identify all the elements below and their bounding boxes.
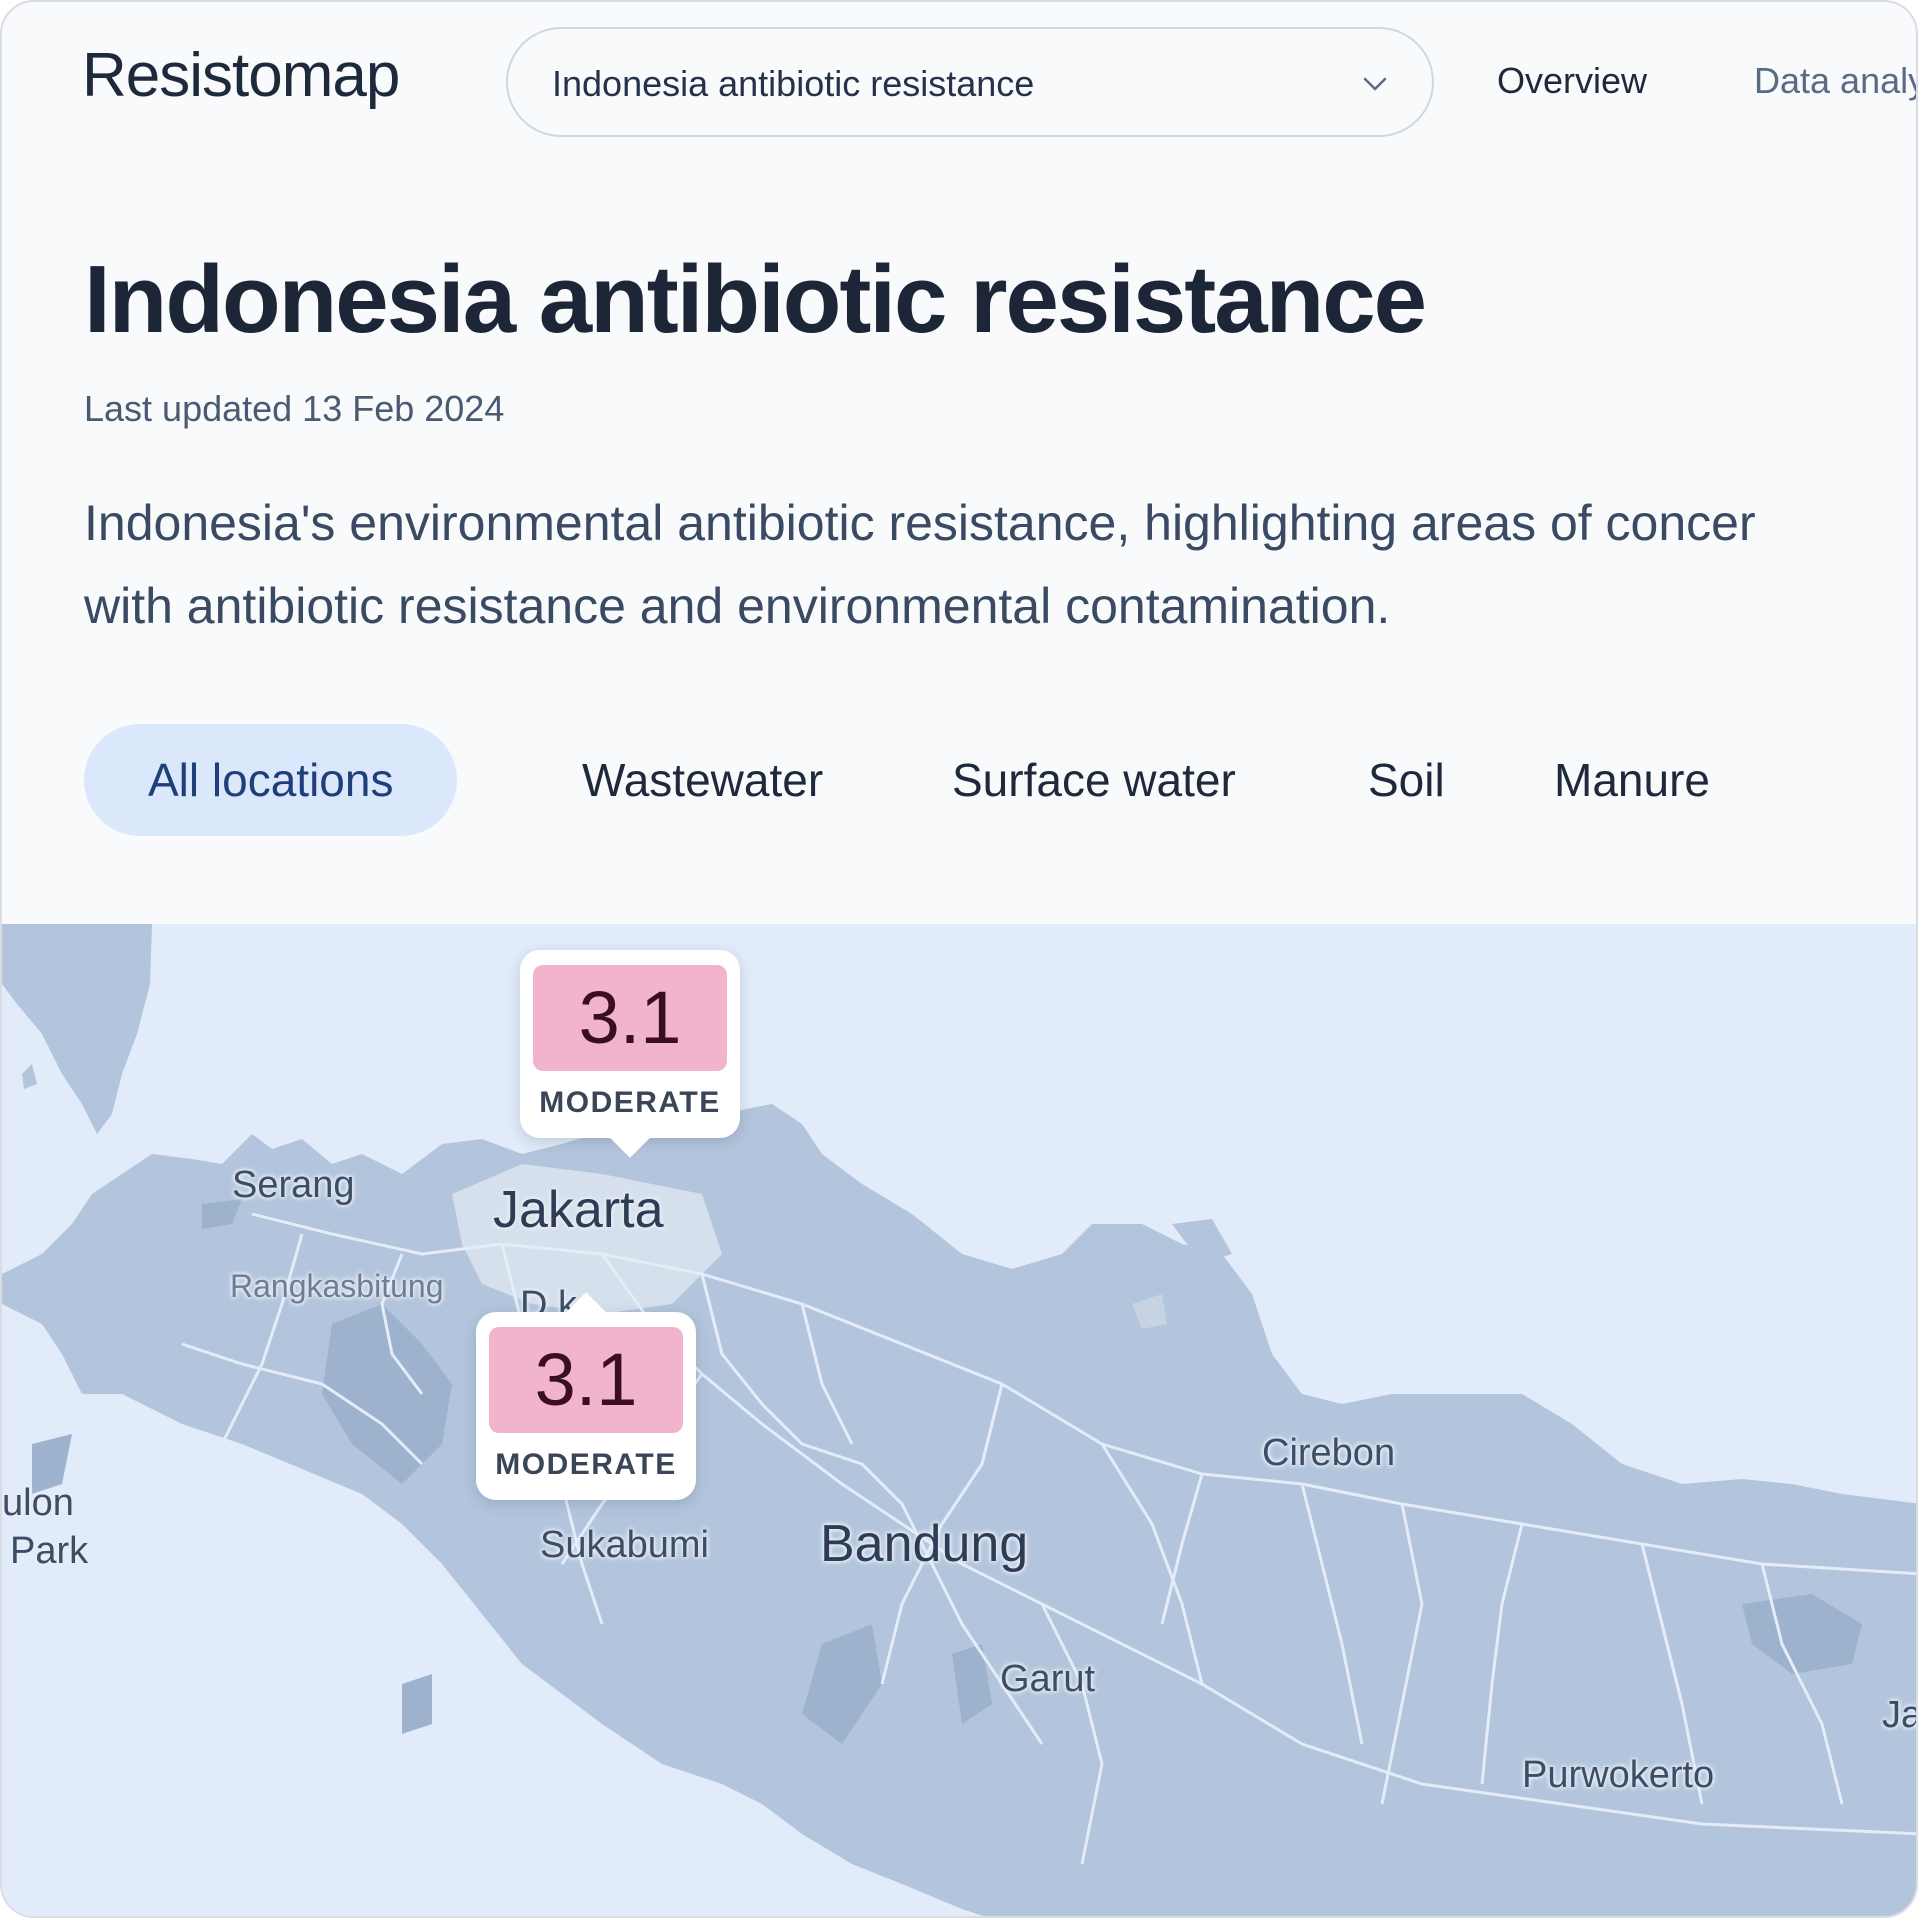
page-description: Indonesia's environmental antibiotic res… xyxy=(84,482,1916,648)
description-line: with antibiotic resistance and environme… xyxy=(84,578,1391,634)
description-line: Indonesia's environmental antibiotic res… xyxy=(84,495,1756,551)
resistance-level: MODERATE xyxy=(539,1086,721,1119)
nav-data-analysis[interactable]: Data analy xyxy=(1754,60,1916,102)
city-label-purwokerto: Purwokerto xyxy=(1522,1754,1715,1796)
resistomap-logo[interactable]: Resistomap xyxy=(82,40,400,111)
island xyxy=(22,1064,37,1089)
dataset-select-value: Indonesia antibiotic resistance xyxy=(552,63,1035,104)
tab-all-locations[interactable]: All locations xyxy=(84,724,458,836)
city-label-partial: Ja xyxy=(1882,1694,1916,1736)
city-label-sukabumi: Sukabumi xyxy=(540,1524,709,1566)
city-label-rangkasbitung: Rangkasbitung xyxy=(230,1268,444,1304)
city-label-jakarta: Jakarta xyxy=(493,1181,664,1239)
city-label-serang: Serang xyxy=(232,1164,355,1206)
tab-manure[interactable]: Manure xyxy=(1554,724,1710,836)
city-label-ujung-kulon: ulon xyxy=(2,1482,74,1524)
resistance-score: 3.1 xyxy=(533,965,727,1071)
terrain-patch xyxy=(402,1674,432,1734)
sumatra-landmass xyxy=(2,924,152,1134)
nav-overview[interactable]: Overview xyxy=(1497,60,1647,102)
city-label-garut: Garut xyxy=(1000,1658,1096,1700)
app-frame: Resistomap Indonesia antibiotic resistan… xyxy=(0,0,1918,1918)
map-view[interactable]: Jakarta Serang Rangkasbitung D k Bandung… xyxy=(2,924,1916,1916)
last-updated: Last updated 13 Feb 2024 xyxy=(84,388,505,429)
resistance-level: MODERATE xyxy=(495,1448,677,1481)
resistance-marker[interactable]: 3.1 MODERATE xyxy=(476,1292,696,1500)
tab-surface-water[interactable]: Surface water xyxy=(952,724,1236,836)
resistance-marker[interactable]: 3.1 MODERATE xyxy=(520,950,740,1158)
city-label-bandung: Bandung xyxy=(820,1515,1029,1573)
tab-wastewater[interactable]: Wastewater xyxy=(582,724,823,836)
chevron-down-icon xyxy=(1363,77,1387,91)
city-label-cirebon: Cirebon xyxy=(1262,1432,1396,1474)
dataset-select[interactable]: Indonesia antibiotic resistance xyxy=(506,27,1434,137)
page-title: Indonesia antibiotic resistance xyxy=(84,246,1427,353)
resistance-score: 3.1 xyxy=(489,1327,683,1433)
city-label-ujung-kulon-park: Park xyxy=(10,1530,89,1572)
tab-soil[interactable]: Soil xyxy=(1368,724,1445,836)
top-navigation: Resistomap Indonesia antibiotic resistan… xyxy=(2,2,1916,172)
